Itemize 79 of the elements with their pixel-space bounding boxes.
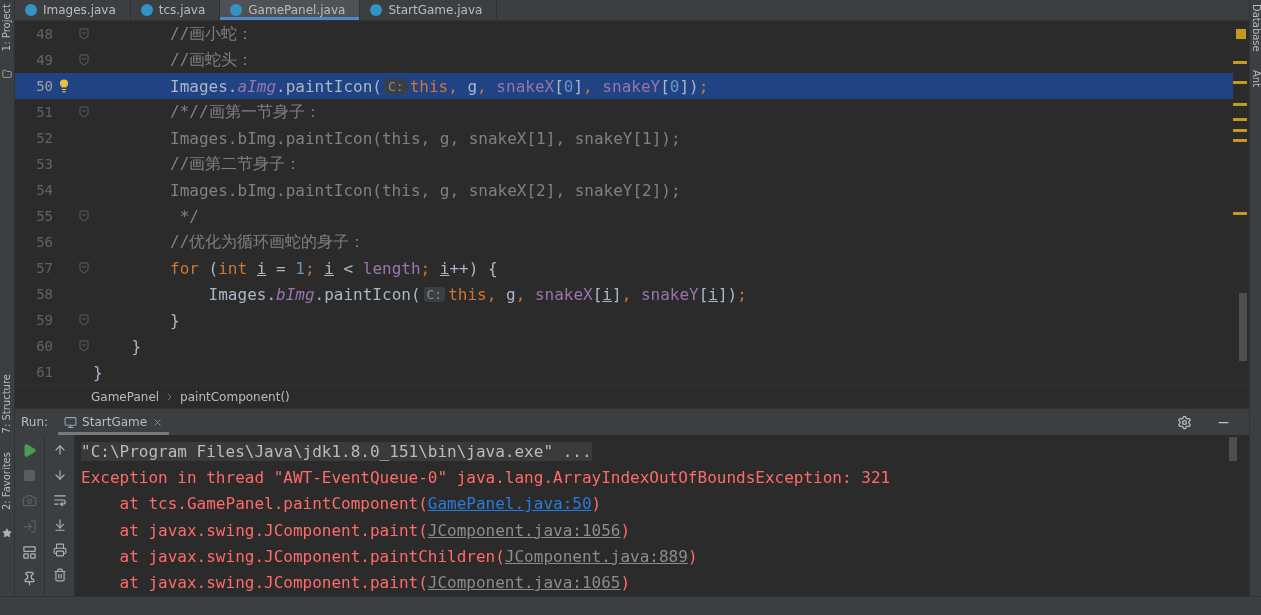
soft-wrap-icon[interactable] [52, 493, 67, 507]
breadcrumb-item[interactable]: paintComponent() [180, 390, 290, 404]
chevron-icon [167, 393, 173, 401]
line-number: 53 [35, 156, 53, 172]
source-link[interactable]: JComponent.java:1065 [427, 573, 621, 593]
code-text: } [130, 336, 142, 356]
class-icon [140, 4, 153, 16]
fold-marker-icon[interactable] [79, 28, 89, 40]
code-text: /*//画第一节身子： [169, 101, 321, 123]
breadcrumb-item[interactable]: GamePanel [91, 390, 160, 404]
code-text: //画小蛇： [169, 23, 254, 45]
stack-trace-line: at javax.swing.JComponent.paint(JComponent.java:1065) [118, 573, 631, 593]
editor-tab[interactable]: GamePanel.java [220, 0, 361, 20]
class-icon [25, 4, 37, 16]
fold-marker-icon[interactable] [79, 262, 89, 274]
layout-icon[interactable] [22, 545, 37, 560]
console-scrollbar-thumb[interactable] [1229, 437, 1237, 461]
code-text: */ [178, 206, 199, 226]
scrollbar-thumb[interactable] [1239, 293, 1247, 361]
folder-icon [2, 69, 12, 80]
code-text: Images.bImg.paintIcon(this, g, snakeX[1], snakeY[1]); [169, 128, 681, 148]
settings-icon[interactable] [1177, 414, 1192, 430]
line-number: 51 [35, 104, 53, 120]
source-link[interactable]: JComponent.java:1056 [427, 520, 621, 540]
line-number: 61 [35, 364, 53, 380]
line-number: 55 [35, 208, 53, 224]
run-tab[interactable]: StartGame [58, 409, 170, 435]
stop-icon[interactable] [23, 469, 36, 482]
editor-tab[interactable]: StartGame.java [360, 0, 498, 20]
stack-trace-line: at tcs.GamePanel.paintComponent(GamePanel.java:50) [118, 494, 602, 514]
code-text: //画蛇头： [169, 49, 254, 71]
code-text: Images.bImg.paintIcon( C: this, g, snakeX[i], snakeY[i]); [207, 284, 747, 304]
line-number: 50 [35, 78, 53, 94]
source-link[interactable]: GamePanel.java:50 [427, 494, 592, 514]
line-number: 56 [35, 234, 53, 250]
camera-icon[interactable] [22, 493, 37, 508]
code-text: //画第二节身子： [169, 153, 302, 175]
editor-tab[interactable]: Images.java [15, 0, 131, 20]
ant-tool-tab[interactable]: Ant [1249, 69, 1261, 87]
scroll-to-end-icon[interactable] [52, 518, 67, 532]
print-icon[interactable] [52, 543, 67, 557]
trash-icon[interactable] [52, 568, 67, 582]
line-number: 54 [35, 182, 53, 198]
pin-icon[interactable] [22, 571, 37, 586]
line-number: 58 [35, 286, 53, 302]
project-tool-tab[interactable]: 1: Project [1, 4, 13, 52]
fold-marker-icon[interactable] [79, 210, 89, 222]
console-error-line: Exception in thread "AWT-EventQueue-0" java.lang.ArrayIndexOutOfBoundsException: 321 [81, 468, 891, 487]
line-number: 49 [35, 52, 53, 68]
database-tool-tab[interactable]: Database [1249, 4, 1261, 52]
fold-marker-icon[interactable] [79, 340, 89, 352]
code-text: } [169, 310, 180, 330]
console-icon [64, 415, 78, 429]
lightbulb-icon[interactable] [57, 79, 71, 93]
fold-marker-icon[interactable] [79, 54, 89, 66]
stack-trace-line: at javax.swing.JComponent.paintChildren(JComponent.java:889) [118, 546, 698, 566]
stack-trace-line: at javax.swing.JComponent.paint(JComponent.java:1056) [118, 520, 631, 540]
close-icon[interactable] [152, 416, 164, 428]
class-icon [230, 4, 243, 16]
code-text: Images.aImg.paintIcon( C: this, g, snakeX[0], snakeY[0]); [169, 76, 709, 96]
line-number: 60 [35, 338, 53, 354]
line-number: 48 [35, 26, 53, 42]
code-text: Images.bImg.paintIcon(this, g, snakeX[2], snakeY[2]); [169, 180, 681, 200]
favorites-tool-tab[interactable]: 2: Favorites [1, 451, 13, 510]
code-text: for (int i = 1; i < length; i++) { [169, 258, 498, 278]
star-icon [2, 528, 12, 538]
line-number: 57 [35, 260, 53, 276]
class-icon [370, 4, 383, 16]
code-text: //优化为循环画蛇的身子： [169, 231, 366, 253]
login-icon[interactable] [22, 519, 37, 534]
line-number: 52 [35, 130, 53, 146]
run-panel-label: Run: [21, 415, 49, 429]
structure-tool-tab[interactable]: 7: Structure [1, 374, 13, 434]
fold-marker-icon[interactable] [79, 314, 89, 326]
source-link[interactable]: JComponent.java:889 [504, 546, 688, 566]
fold-marker-icon[interactable] [79, 106, 89, 118]
play-icon[interactable] [22, 443, 37, 458]
code-text: } [93, 362, 103, 382]
line-number: 59 [35, 312, 53, 328]
